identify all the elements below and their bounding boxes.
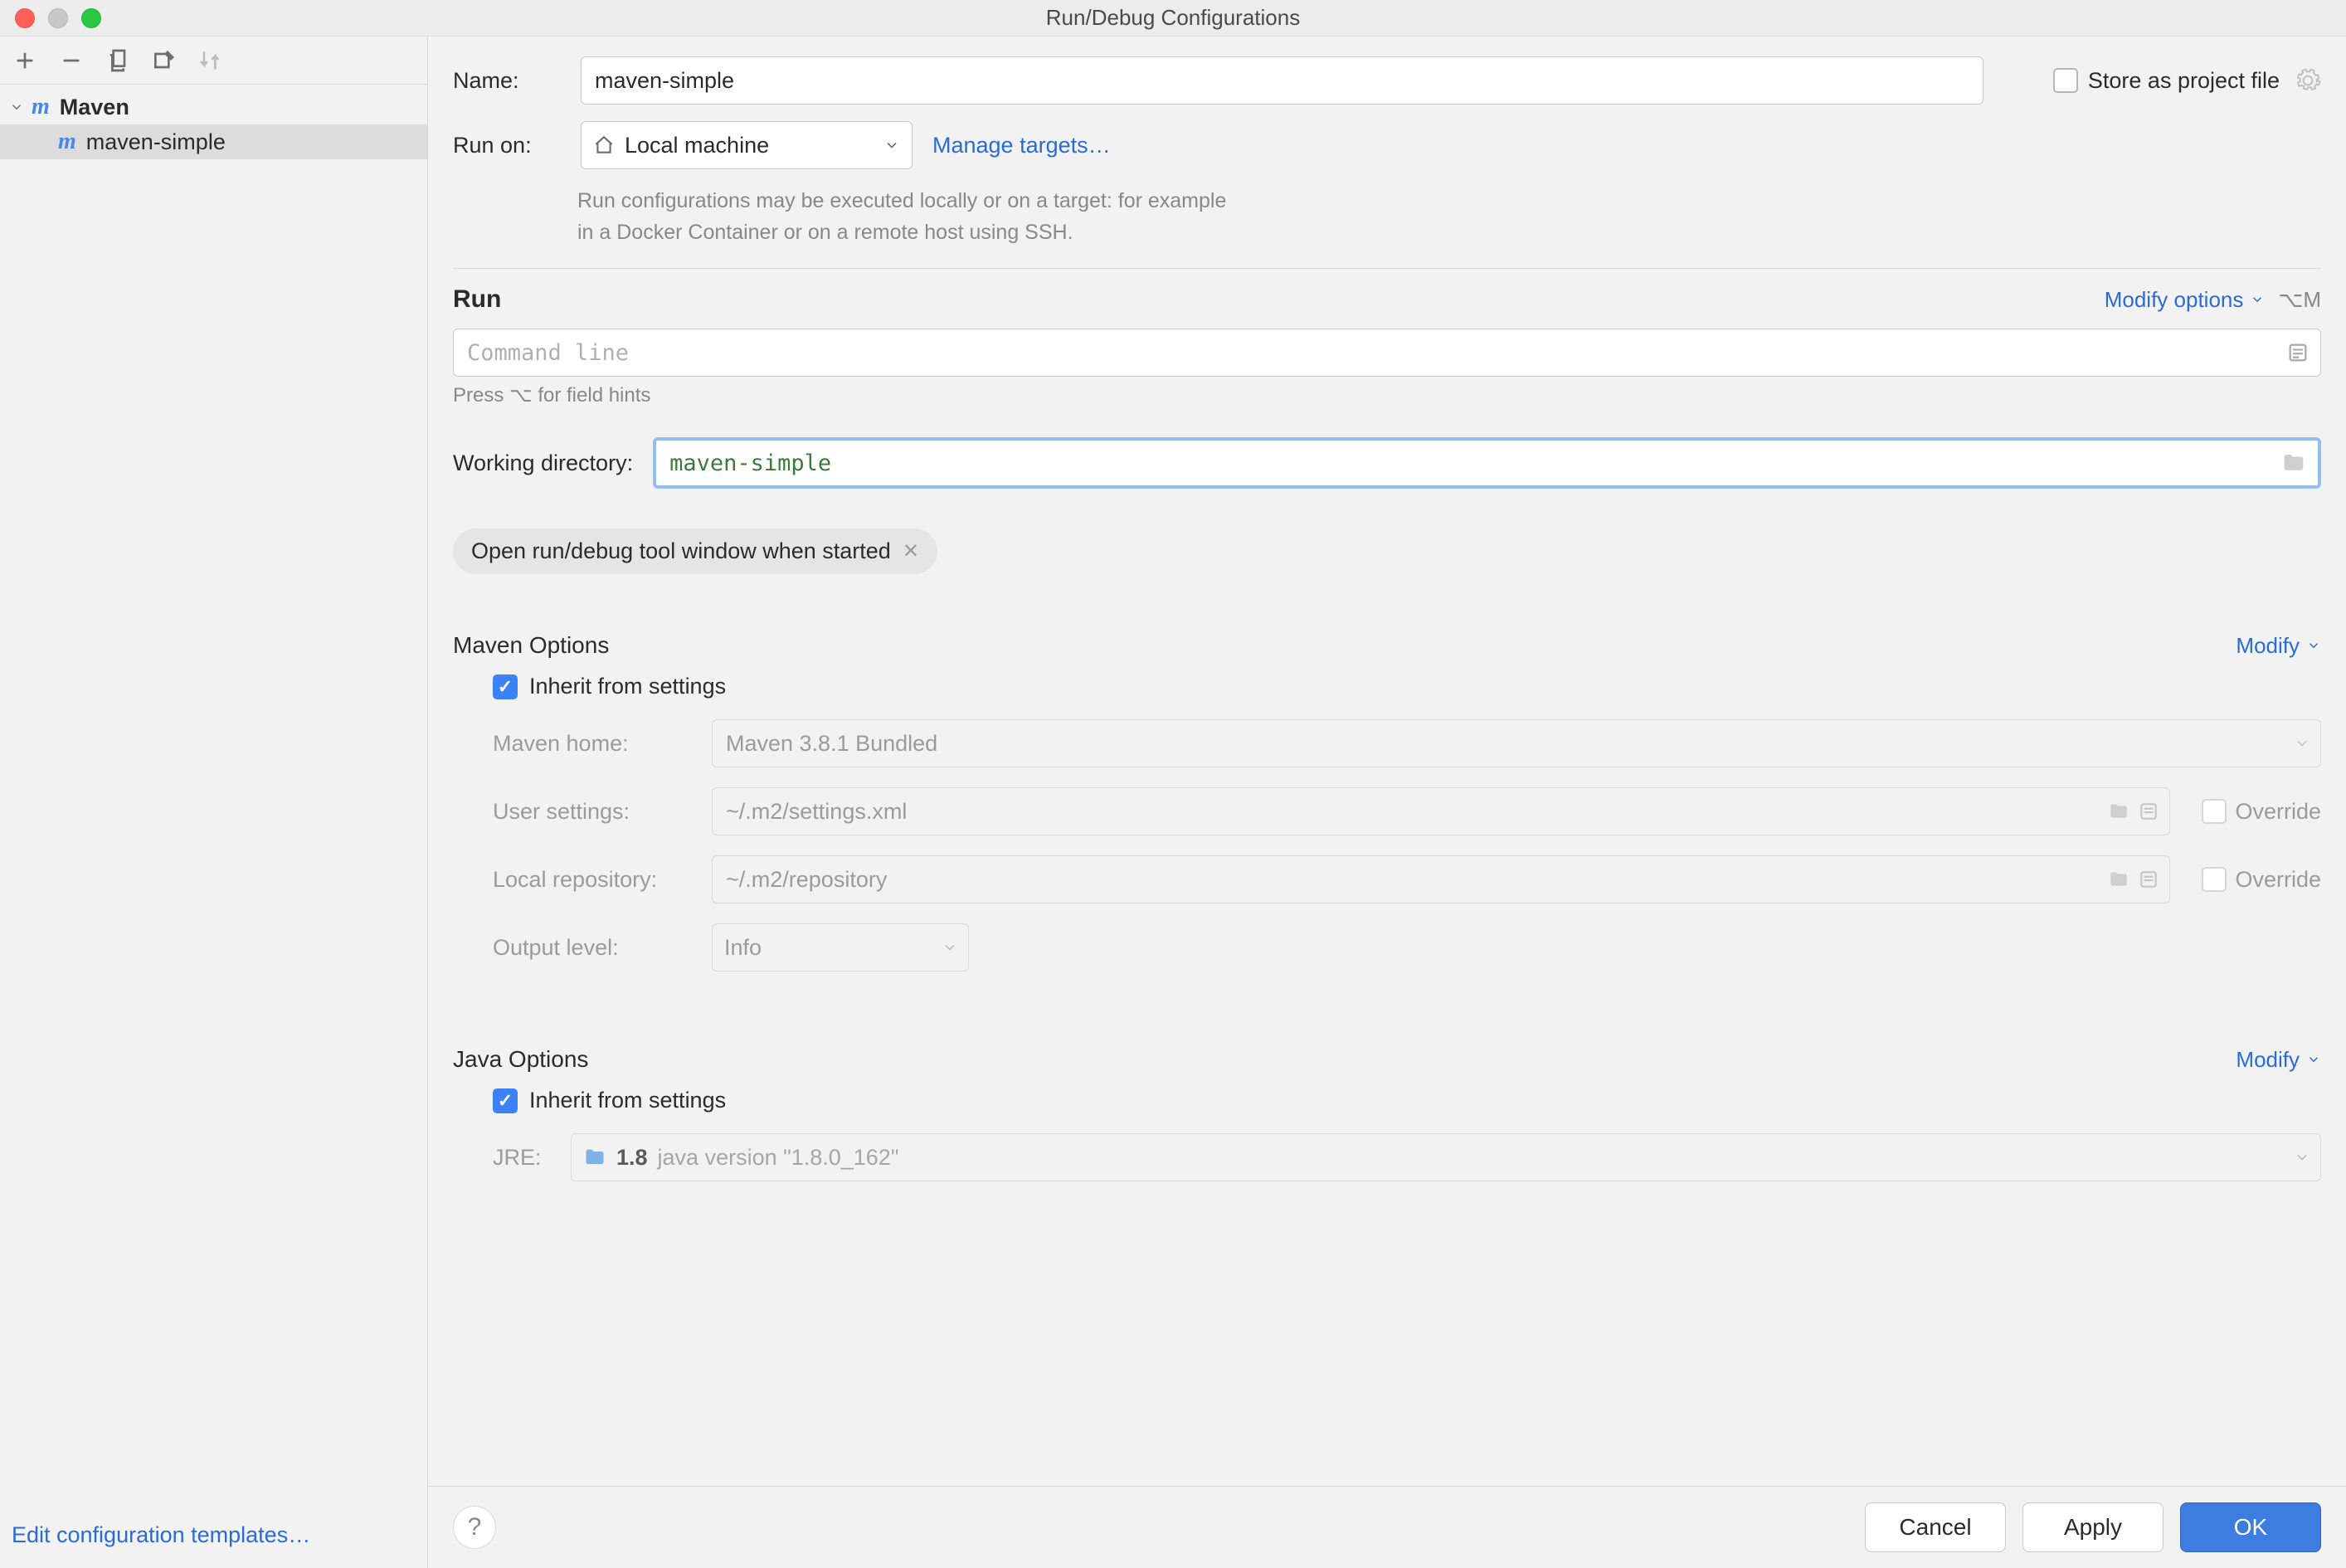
edit-templates-link[interactable]: Edit configuration templates… [0,1511,427,1568]
java-options-title: Java Options [453,1046,588,1073]
local-repo-field: ~/.m2/repository [712,855,2170,903]
jre-version: 1.8 [616,1145,648,1171]
store-as-project-checkbox[interactable] [2053,68,2078,93]
modify-options-shortcut: ⌥M [2278,287,2321,313]
command-line-input[interactable] [453,329,2321,377]
maven-home-field: Maven 3.8.1 Bundled [712,719,2321,767]
user-settings-field: ~/.m2/settings.xml [712,787,2170,835]
maven-options-title: Maven Options [453,632,609,659]
browse-folder-icon [2108,869,2129,890]
working-dir-label: Working directory: [453,450,633,476]
apply-button[interactable]: Apply [2022,1502,2163,1552]
run-section-title: Run [453,285,501,314]
browse-folder-icon [2108,801,2129,822]
maven-home-label: Maven home: [493,731,692,757]
home-icon [593,134,615,156]
chevron-down-icon [942,939,958,956]
field-hints-note: Press ⌥ for field hints [453,383,2321,407]
chip-remove-icon[interactable]: ✕ [903,539,919,563]
chevron-down-icon [8,99,25,115]
chevron-down-icon [2294,1149,2310,1166]
override-label: Override [2235,799,2321,825]
jre-label: JRE: [493,1145,551,1171]
java-modify-link[interactable]: Modify [2236,1047,2321,1073]
copy-config-icon[interactable] [105,47,131,74]
add-config-icon[interactable] [12,47,38,74]
tree-item-maven-simple[interactable]: m maven-simple [0,124,427,159]
sort-config-icon[interactable] [197,47,224,74]
window-title: Run/Debug Configurations [0,5,2346,31]
maven-inherit-label: Inherit from settings [529,674,726,699]
command-line-row [453,329,2321,377]
maven-icon: m [58,129,76,155]
run-on-label: Run on: [453,133,561,158]
expand-field-icon[interactable] [2286,341,2309,364]
gear-icon[interactable] [2295,67,2321,94]
java-inherit-label: Inherit from settings [529,1088,726,1113]
override-label: Override [2235,867,2321,893]
name-label: Name: [453,68,561,94]
remove-config-icon[interactable] [58,47,85,74]
option-chip-tool-window[interactable]: Open run/debug tool window when started … [453,528,937,574]
save-config-icon[interactable] [151,47,178,74]
tree-item-label: maven-simple [86,129,226,155]
expand-field-icon [2138,869,2159,890]
maven-modify-link[interactable]: Modify [2236,633,2321,659]
working-dir-value: maven-simple [669,450,831,476]
store-as-project-label: Store as project file [2088,68,2280,94]
jdk-folder-icon [583,1146,606,1169]
browse-folder-icon[interactable] [2281,450,2306,475]
maven-inherit-checkbox[interactable] [493,674,518,699]
chevron-down-icon [883,137,900,153]
help-button[interactable]: ? [453,1506,496,1549]
run-on-value: Local machine [625,133,769,158]
manage-targets-link[interactable]: Manage targets… [932,133,1111,158]
jre-description: java version "1.8.0_162" [658,1145,899,1171]
local-repo-label: Local repository: [493,867,692,893]
tree-group-label: Maven [60,95,129,120]
user-settings-label: User settings: [493,799,692,825]
maven-icon: m [32,94,50,120]
name-input[interactable] [581,56,1983,105]
expand-field-icon [2138,801,2159,822]
ok-button[interactable]: OK [2180,1502,2321,1552]
user-settings-override-checkbox [2202,799,2227,824]
jre-dropdown: 1.8 java version "1.8.0_162" [571,1133,2321,1181]
titlebar: Run/Debug Configurations [0,0,2346,37]
working-dir-input[interactable]: maven-simple [653,437,2321,489]
sidebar-toolbar [0,37,427,85]
modify-options-link[interactable]: Modify options [2105,287,2266,313]
output-level-label: Output level: [493,935,692,961]
config-tree: m Maven m maven-simple [0,85,427,1511]
java-inherit-checkbox[interactable] [493,1088,518,1113]
chip-label: Open run/debug tool window when started [471,538,891,564]
run-on-hint: Run configurations may be executed local… [577,186,2321,248]
tree-group-maven[interactable]: m Maven [0,90,427,124]
local-repo-override-checkbox [2202,867,2227,892]
output-level-dropdown: Info [712,923,969,971]
run-on-dropdown[interactable]: Local machine [581,121,913,169]
cancel-button[interactable]: Cancel [1865,1502,2006,1552]
